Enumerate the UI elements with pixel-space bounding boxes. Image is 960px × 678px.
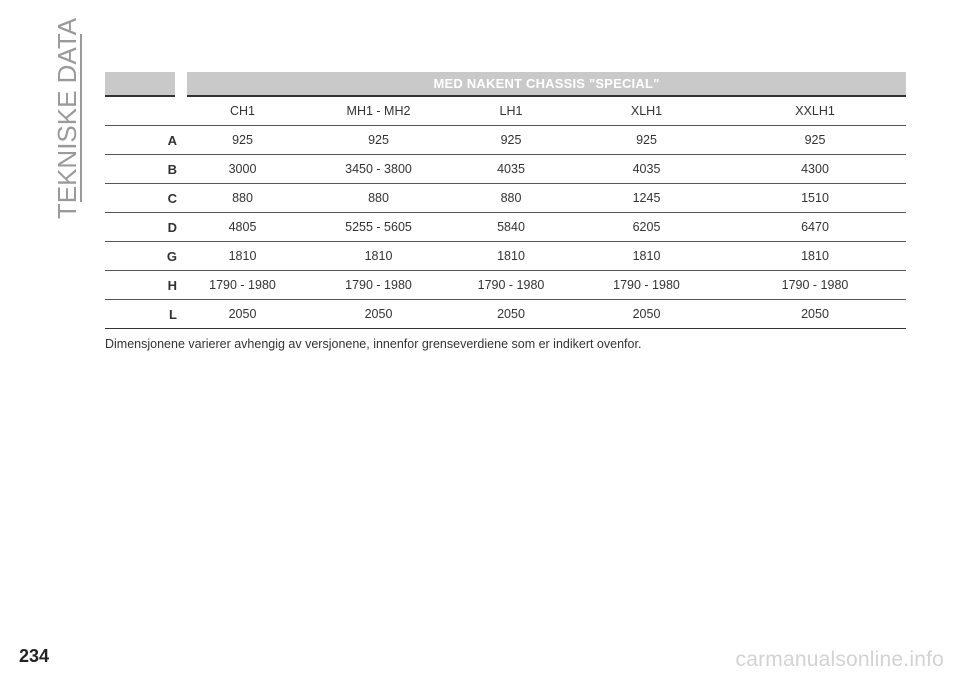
table-cell: 4300: [724, 154, 906, 184]
table-cell: 2050: [569, 299, 724, 329]
table-cell: 4805: [181, 212, 304, 242]
table-row: L 2050 2050 2050 2050 2050: [105, 299, 906, 329]
table-cell: 925: [181, 125, 304, 155]
row-label: C: [105, 183, 181, 213]
row-label: D: [105, 212, 181, 242]
table-cell: 5840: [453, 212, 569, 242]
column-header: MH1 - MH2: [304, 96, 453, 126]
table-cell: 4035: [453, 154, 569, 184]
column-header-row: CH1 MH1 - MH2 LH1 XLH1 XXLH1: [105, 96, 906, 126]
table-cell: 3450 - 3800: [304, 154, 453, 184]
table-cell: 880: [453, 183, 569, 213]
table-row: B 3000 3450 - 3800 4035 4035 4300: [105, 154, 906, 184]
column-header: LH1: [453, 96, 569, 126]
table-cell: 880: [181, 183, 304, 213]
row-label: B: [105, 154, 181, 184]
table-cell: 925: [724, 125, 906, 155]
column-header: XXLH1: [724, 96, 906, 126]
row-label: A: [105, 125, 181, 155]
table-cell: 1810: [569, 241, 724, 271]
row-label: G: [105, 241, 181, 271]
table-title-spacer: [105, 72, 181, 97]
table-title-row: MED NAKENT CHASSIS "SPECIAL": [105, 72, 906, 97]
table-cell: 2050: [453, 299, 569, 329]
table-cell: 1810: [304, 241, 453, 271]
table-cell: 3000: [181, 154, 304, 184]
table-cell: 1790 - 1980: [453, 270, 569, 300]
table-cell: 2050: [724, 299, 906, 329]
table-cell: 1510: [724, 183, 906, 213]
table-footnote: Dimensjonene varierer avhengig av versjo…: [105, 337, 642, 351]
table-row: C 880 880 880 1245 1510: [105, 183, 906, 213]
table-cell: 2050: [181, 299, 304, 329]
column-header: [105, 96, 181, 126]
page-number: 234: [19, 646, 50, 666]
watermark: carmanualsonline.info: [735, 648, 944, 671]
table-cell: 5255 - 5605: [304, 212, 453, 242]
table-cell: 1790 - 1980: [724, 270, 906, 300]
section-title-text: TEKNISKE DATA: [52, 17, 83, 219]
table-cell: 1245: [569, 183, 724, 213]
table-row: H 1790 - 1980 1790 - 1980 1790 - 1980 17…: [105, 270, 906, 300]
table-title: MED NAKENT CHASSIS "SPECIAL": [175, 72, 906, 97]
table-row: D 4805 5255 - 5605 5840 6205 6470: [105, 212, 906, 242]
table-cell: 4035: [569, 154, 724, 184]
table-cell: 1810: [453, 241, 569, 271]
row-label: L: [105, 299, 181, 329]
column-header: CH1: [181, 96, 304, 126]
table-cell: 1810: [181, 241, 304, 271]
table-cell: 925: [569, 125, 724, 155]
column-header: XLH1: [569, 96, 724, 126]
table-row: A 925 925 925 925 925: [105, 125, 906, 155]
table-cell: 1810: [724, 241, 906, 271]
table-cell: 1790 - 1980: [569, 270, 724, 300]
table-cell: 880: [304, 183, 453, 213]
table-cell: 925: [453, 125, 569, 155]
table-cell: 1790 - 1980: [181, 270, 304, 300]
table-cell: 925: [304, 125, 453, 155]
table-cell: 2050: [304, 299, 453, 329]
table-cell: 6470: [724, 212, 906, 242]
table-cell: 1790 - 1980: [304, 270, 453, 300]
table-cell: 6205: [569, 212, 724, 242]
row-label: H: [105, 270, 181, 300]
table-row: G 1810 1810 1810 1810 1810: [105, 241, 906, 271]
section-title-rule: [80, 34, 82, 202]
dimensions-table: MED NAKENT CHASSIS "SPECIAL" CH1 MH1 - M…: [105, 72, 906, 329]
